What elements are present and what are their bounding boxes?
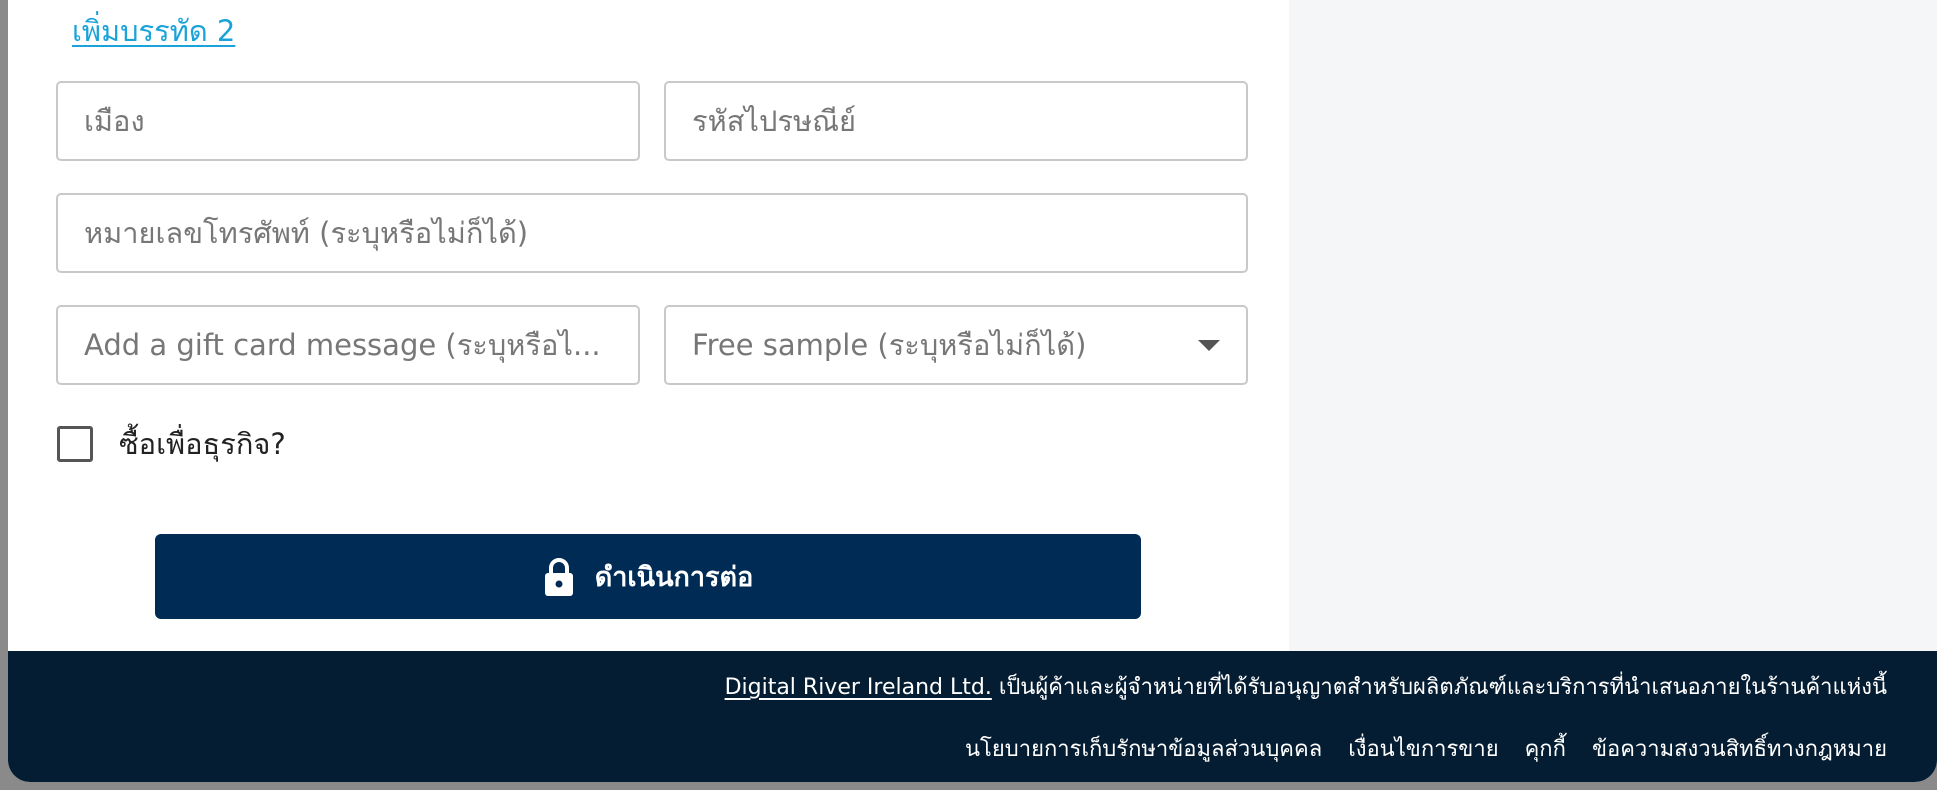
footer-link-terms[interactable]: เงื่อนไขการขาย	[1348, 731, 1498, 766]
footer: Digital River Ireland Ltd. เป็นผู้ค้าและ…	[8, 651, 1937, 782]
city-field[interactable]	[56, 81, 640, 161]
city-input[interactable]	[58, 83, 638, 159]
gift-message-field[interactable]	[56, 305, 640, 385]
chevron-down-icon[interactable]	[1198, 340, 1220, 351]
footer-disclaimer: Digital River Ireland Ltd. เป็นผู้ค้าและ…	[725, 669, 1887, 704]
gift-message-input[interactable]	[58, 307, 638, 383]
phone-input[interactable]	[58, 195, 1246, 271]
continue-button[interactable]: ดำเนินการต่อ	[155, 534, 1141, 619]
phone-field[interactable]	[56, 193, 1248, 273]
footer-links: นโยบายการเก็บรักษาข้อมูลส่วนบุคคล เงื่อน…	[965, 731, 1887, 766]
postal-code-input[interactable]	[666, 83, 1246, 159]
continue-button-label: ดำเนินการต่อ	[594, 562, 754, 592]
free-sample-select[interactable]: Free sample (ระบุหรือไม่ก็ได้)	[664, 305, 1248, 385]
footer-link-privacy[interactable]: นโยบายการเก็บรักษาข้อมูลส่วนบุคคล	[965, 731, 1322, 766]
business-purchase-label[interactable]: ซื้อเพื่อธุรกิจ?	[119, 424, 286, 464]
footer-link-cookies[interactable]: คุกกี้	[1525, 731, 1566, 766]
add-address-line-2-link[interactable]: เพิ่มบรรทัด 2	[72, 8, 235, 54]
free-sample-select-value: Free sample (ระบุหรือไม่ก็ได้)	[692, 328, 1087, 362]
checkout-frame: เพิ่มบรรทัด 2 Free sample (ระบุหรือไม่ก็…	[8, 0, 1937, 782]
business-purchase-checkbox[interactable]	[57, 426, 93, 462]
footer-disclaimer-text: เป็นผู้ค้าและผู้จำหน่ายที่ได้รับอนุญาตสำ…	[991, 675, 1887, 700]
postal-code-field[interactable]	[664, 81, 1248, 161]
order-summary-panel	[1289, 0, 1937, 651]
footer-link-legal[interactable]: ข้อความสงวนสิทธิ์ทางกฎหมาย	[1592, 731, 1887, 766]
company-link[interactable]: Digital River Ireland Ltd.	[725, 675, 992, 700]
lock-icon	[544, 557, 573, 596]
